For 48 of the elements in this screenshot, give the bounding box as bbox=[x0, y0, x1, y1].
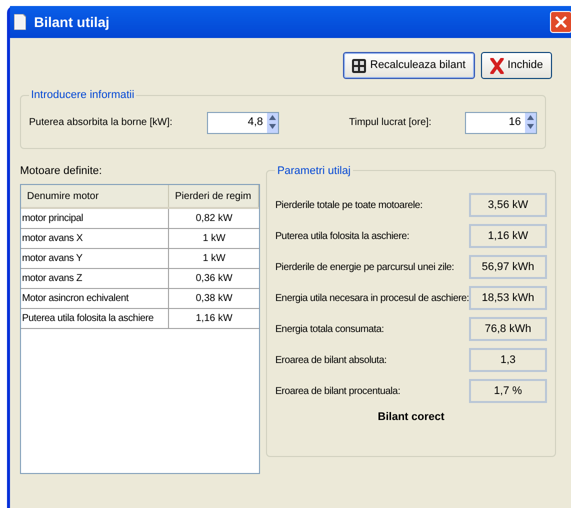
value-field: 56,97 kWh bbox=[469, 255, 547, 279]
value-field: 1,7 % bbox=[469, 379, 547, 403]
close-icon bbox=[555, 16, 567, 28]
table-cell: motor avans X bbox=[21, 229, 169, 248]
grid-icon bbox=[352, 58, 366, 72]
parameter-label: Pierderile totale pe toate motoarele: bbox=[275, 198, 423, 212]
value-field: 18,53 kWh bbox=[469, 286, 547, 310]
up-arrow-icon[interactable] bbox=[269, 114, 276, 120]
table-cell: Motor asincron echivalent bbox=[21, 289, 169, 308]
parameter-label: Pierderile de energie pe parcursul unei zile: bbox=[275, 260, 454, 274]
field-label: Timpul lucrat [ore]: bbox=[349, 116, 432, 130]
parameter-label: Eroarea de bilant absoluta: bbox=[275, 354, 387, 368]
value-field: 76,8 kWh bbox=[469, 317, 547, 341]
field-label: Puterea absorbita la borne [kW]: bbox=[29, 116, 174, 130]
number-field[interactable]: 16 bbox=[465, 112, 537, 134]
close-icon bbox=[490, 58, 504, 74]
document-icon bbox=[14, 14, 26, 30]
table-cell-text: 0,36 kW bbox=[194, 272, 234, 286]
table-cell-text: 1 kW bbox=[202, 232, 226, 246]
parameter-label: Energia utila necesara in procesul de aschiere: bbox=[275, 292, 469, 306]
close-dialog-button[interactable]: Inchide bbox=[480, 52, 552, 79]
close-button[interactable] bbox=[550, 11, 571, 33]
table-cell-text: 0,38 kW bbox=[194, 292, 234, 306]
table-cell: motor avans Z bbox=[21, 269, 169, 288]
table-cell-text: 1,16 kW bbox=[194, 312, 234, 326]
parameter-label: Eroarea de bilant procentuala: bbox=[275, 384, 400, 398]
group-title: Parametri utilaj bbox=[276, 164, 352, 178]
table-cell: Puterea utila folosita la aschiere bbox=[21, 309, 169, 328]
parameter-label: Puterea utila folosita la aschiere: bbox=[275, 230, 410, 244]
table-cell-text: 0,82 kW bbox=[194, 212, 234, 226]
recalculate-button[interactable]: Recalculeaza bilant bbox=[343, 52, 475, 79]
group-title: Introducere informatii bbox=[30, 88, 136, 103]
number-field[interactable]: 4,8 bbox=[207, 112, 279, 134]
down-arrow-icon[interactable] bbox=[527, 124, 534, 128]
table-cell-text: 1 kW bbox=[202, 252, 226, 266]
column-header[interactable]: Denumire motor bbox=[21, 185, 169, 207]
value-field: 1,3 bbox=[469, 348, 547, 372]
table-cell: motor principal bbox=[21, 209, 169, 228]
verdict-text: Bilant corect bbox=[376, 410, 446, 425]
table-cell: motor avans Y bbox=[21, 249, 169, 268]
table-title: Motoare definite: bbox=[20, 164, 103, 178]
parameter-label: Energia totala consumata: bbox=[275, 322, 384, 336]
window-title: Bilant utilaj bbox=[34, 12, 110, 32]
value-field: 1,16 kW bbox=[469, 224, 547, 248]
up-arrow-icon[interactable] bbox=[527, 114, 534, 120]
down-arrow-icon[interactable] bbox=[269, 124, 276, 128]
column-header[interactable]: Pierderi de regim bbox=[169, 185, 260, 207]
value-field: 3,56 kW bbox=[469, 193, 547, 217]
